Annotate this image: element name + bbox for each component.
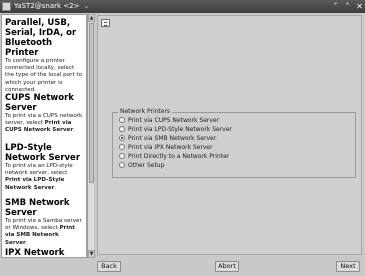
help-scrollbar[interactable]: ▲ ▼ — [87, 14, 95, 258]
radio-smb[interactable]: Print via SMB Network Server — [119, 135, 216, 143]
title-dropdown-icon[interactable]: ⌄ — [84, 2, 90, 10]
window-title: YaST2@snark <2> ⌄ — [14, 2, 90, 10]
window-titlebar: YaST2@snark <2> ⌄ ˅ ˄ ✕ — [0, 0, 365, 13]
help-section-parallel: Parallel, USB, Serial, IrDA, or Bluetoot… — [2, 18, 86, 94]
radio-ipx[interactable]: Print via IPX Network Server — [119, 144, 213, 152]
help-section-ipx: IPX Network Server — [2, 248, 86, 258]
radio-icon[interactable] — [119, 153, 125, 159]
help-section-smb: SMB Network Server To print via a Samba … — [2, 198, 86, 247]
help-text: To print via a CUPS network server, sele… — [5, 113, 83, 134]
help-heading: IPX Network Server — [5, 248, 65, 258]
scroll-up-icon[interactable]: ▲ — [88, 14, 95, 22]
radio-direct[interactable]: Print Directly to a Network Printer — [119, 153, 229, 161]
help-text: To print via an LPD-style network server… — [5, 163, 73, 191]
radio-other[interactable]: Other Setup — [119, 162, 164, 170]
help-text: To print via a Samba server or Windows, … — [5, 218, 82, 246]
help-text: To configure a printer connected locally… — [5, 58, 83, 93]
printer-config-icon — [101, 19, 110, 27]
button-bar: Back Abort Next — [0, 258, 365, 276]
radio-icon[interactable] — [119, 126, 125, 132]
close-icon[interactable]: ✕ — [354, 1, 365, 12]
help-heading: Parallel, USB, Serial, IrDA, or Bluetoot… — [5, 18, 77, 58]
abort-button[interactable]: Abort — [215, 261, 239, 272]
main-content: Network Printers Print via CUPS Network … — [96, 14, 363, 258]
radio-icon[interactable] — [119, 144, 125, 150]
radio-checked-icon[interactable] — [119, 135, 125, 141]
window-menu-icon[interactable] — [2, 2, 11, 11]
help-heading: SMB Network Server — [5, 198, 70, 218]
group-legend: Network Printers — [118, 108, 173, 116]
radio-cups[interactable]: Print via CUPS Network Server — [119, 117, 219, 125]
help-heading: LPD-Style Network Server — [5, 143, 81, 163]
network-printers-group: Network Printers Print via CUPS Network … — [112, 108, 356, 178]
radio-lpd[interactable]: Print via LPD-Style Network Server — [119, 126, 232, 134]
radio-icon[interactable] — [119, 117, 125, 123]
help-panel: Parallel, USB, Serial, IrDA, or Bluetoot… — [1, 14, 87, 258]
scroll-down-icon[interactable]: ▼ — [88, 250, 95, 258]
radio-icon[interactable] — [119, 162, 125, 168]
help-heading: CUPS Network Server — [5, 93, 74, 113]
maximize-icon[interactable]: ˄ — [342, 1, 353, 12]
back-button[interactable]: Back — [97, 261, 121, 272]
scroll-thumb[interactable] — [89, 23, 94, 183]
next-button[interactable]: Next — [336, 261, 360, 272]
content-frame: Network Printers Print via CUPS Network … — [97, 15, 362, 255]
help-section-cups: CUPS Network Server To print via a CUPS … — [2, 93, 86, 135]
help-section-lpd: LPD-Style Network Server To print via an… — [2, 143, 86, 192]
minimize-icon[interactable]: ˅ — [330, 1, 341, 12]
